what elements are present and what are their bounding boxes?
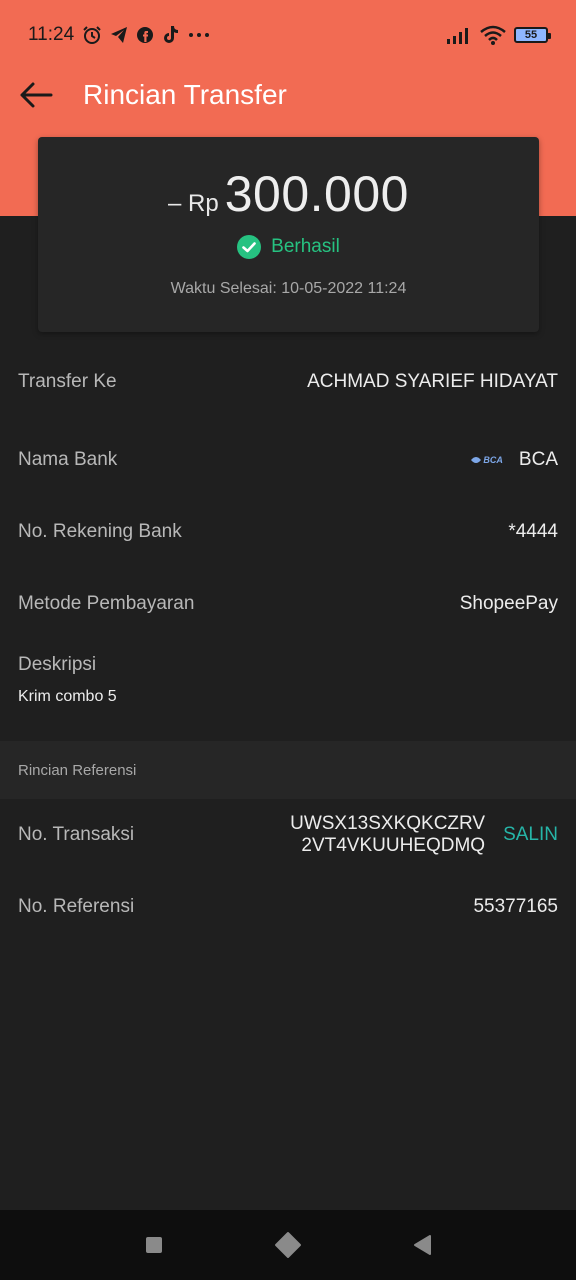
payment-method-label: Metode Pembayaran [18,593,195,614]
recent-apps-button[interactable] [139,1230,169,1260]
amount-value: 300.000 [224,166,409,222]
signal-icon [446,26,472,44]
reference-details: No. Transaksi UWSX13SXKQKCZRV 2VT4VKUUHE… [0,799,576,943]
bca-logo-text: BCA [483,455,503,465]
reference-number-value: 55377165 [473,896,558,917]
row-reference-number: No. Referensi 55377165 [0,871,576,943]
completed-time: Waktu Selesai: 10-05-2022 11:24 [170,280,407,297]
description-block: Deskripsi Krim combo 5 [0,640,576,741]
transaction-number-value: UWSX13SXKQKCZRV 2VT4VKUUHEQDMQ [290,813,485,857]
screen: 11:24 55 Rincian Transfer – Rp 300.000 B… [0,0,576,1280]
back-nav-button[interactable] [407,1230,437,1260]
status-time: 11:24 [28,24,75,45]
home-button[interactable] [273,1230,303,1260]
account-number-label: No. Rekening Bank [18,521,182,542]
telegram-icon [110,26,128,44]
alarm-icon [82,25,102,45]
transaction-number-label: No. Transaksi [18,824,135,845]
amount-row: – Rp 300.000 [38,165,539,223]
square-icon [146,1237,162,1253]
battery-icon: 55 [514,27,551,43]
transfer-to-value: ACHMAD SYARIEF HIDAYAT [307,371,558,392]
status-right: 55 [446,25,551,45]
amount-prefix: – Rp [168,190,219,217]
arrow-left-icon [20,82,53,108]
row-account-number: No. Rekening Bank *4444 [0,496,576,568]
status-bar: 11:24 55 [0,0,576,70]
more-dots-icon [188,32,210,38]
bca-logo: BCA [471,455,503,465]
row-transaction-number: No. Transaksi UWSX13SXKQKCZRV 2VT4VKUUHE… [0,799,576,871]
page-title: Rincian Transfer [83,79,287,110]
back-button[interactable] [16,75,56,115]
account-number-value: *4444 [508,521,558,542]
navigation-bar [0,1210,576,1280]
reference-number-label: No. Referensi [18,896,135,917]
diamond-icon [275,1232,301,1258]
check-circle-icon [237,235,262,259]
copy-button[interactable]: SALIN [503,824,558,846]
bank-name-value: BCA [518,449,558,470]
description-value: Krim combo 5 [18,688,117,705]
facebook-icon [136,26,154,44]
tiktok-icon [162,25,180,45]
transaction-number-line1: UWSX13SXKQKCZRV [290,813,486,834]
row-transfer-to: Transfer Ke ACHMAD SYARIEF HIDAYAT [0,340,576,424]
app-header: Rincian Transfer [0,70,576,120]
transfer-to-label: Transfer Ke [18,371,117,392]
wifi-icon [480,25,506,45]
bank-name-label: Nama Bank [18,449,118,470]
bank-name-group: BCA BCA [471,449,558,471]
status-row: Berhasil [38,235,539,259]
amount-card: – Rp 300.000 Berhasil Waktu Selesai: 10-… [38,137,539,332]
transfer-details: Transfer Ke ACHMAD SYARIEF HIDAYAT Nama … [0,340,576,943]
description-label: Deskripsi [18,654,97,675]
transaction-number-line2: 2VT4VKUUHEQDMQ [301,835,486,856]
reference-section-header: Rincian Referensi [0,741,576,799]
transaction-number-group: UWSX13SXKQKCZRV 2VT4VKUUHEQDMQ SALIN [290,813,558,857]
status-left: 11:24 [28,24,210,46]
row-payment-method: Metode Pembayaran ShopeePay [0,568,576,640]
triangle-back-icon [414,1235,431,1255]
payment-method-value: ShopeePay [459,593,558,614]
row-bank-name: Nama Bank BCA BCA [0,424,576,496]
status-badge: Berhasil [271,236,340,257]
